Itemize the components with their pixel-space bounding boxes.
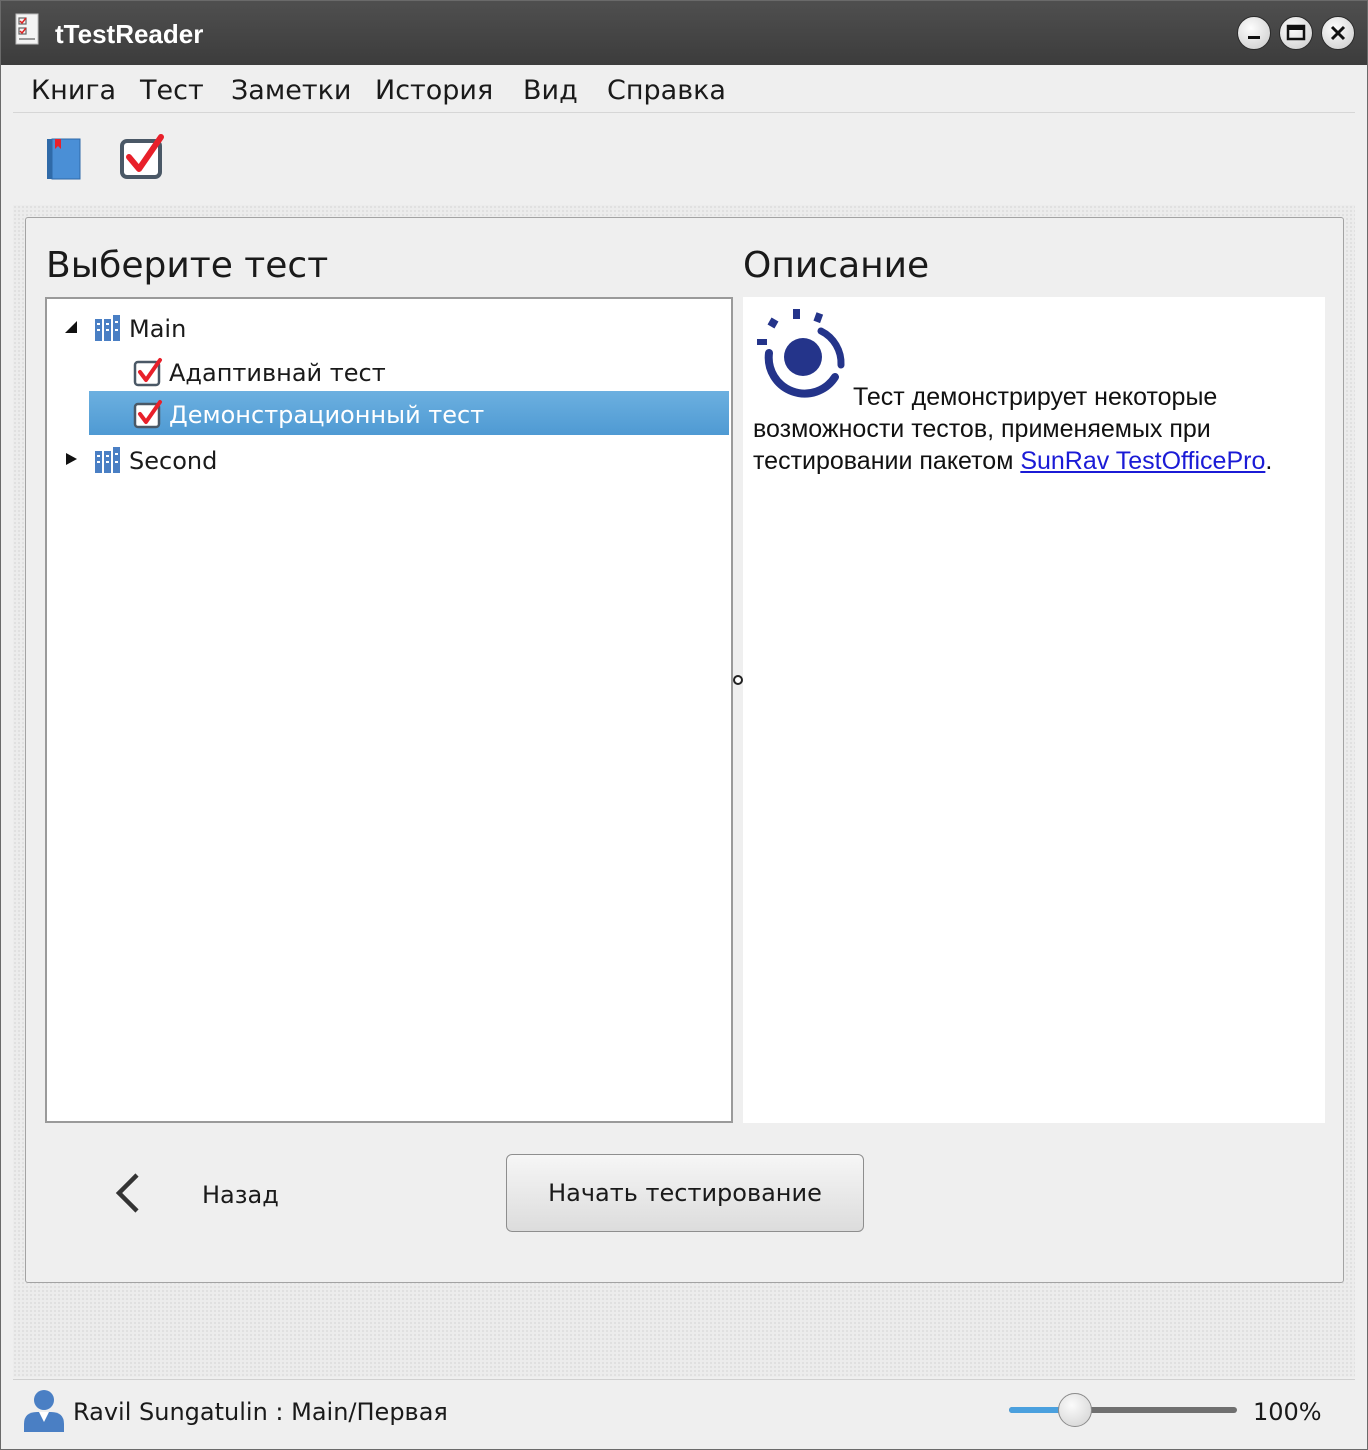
splitter-handle[interactable] — [733, 675, 743, 685]
minimize-button[interactable] — [1237, 16, 1271, 50]
tree-node-second[interactable]: Second — [47, 437, 731, 481]
library-icon — [95, 315, 120, 341]
open-book-button[interactable] — [39, 133, 89, 183]
description-end: . — [1265, 447, 1273, 475]
back-button[interactable]: Назад — [202, 1181, 279, 1209]
tree-node-main[interactable]: Main — [47, 305, 731, 349]
toolbar — [13, 113, 1355, 205]
tree-label-adaptive-test: Адаптивнай тест — [169, 359, 386, 387]
maximize-icon — [1286, 24, 1306, 41]
description-heading: Описание — [743, 245, 930, 286]
user-status: Ravil Sungatulin : Main/Первая — [73, 1398, 448, 1426]
select-test-heading: Выберите тест — [46, 245, 329, 286]
tree-label-main: Main — [129, 315, 187, 343]
status-bar: Ravil Sungatulin : Main/Первая 100% — [13, 1379, 1355, 1441]
tree-label-demo-test: Демонстрационный тест — [169, 401, 485, 429]
tree-node-demo-test[interactable]: Демонстрационный тест — [89, 391, 729, 435]
minimize-icon — [1248, 36, 1260, 39]
tree-node-adaptive-test[interactable]: Адаптивнай тест — [47, 349, 731, 393]
checkbox-checked-icon — [120, 134, 164, 179]
title-bar[interactable]: tTestReader — [1, 1, 1367, 65]
maximize-button[interactable] — [1279, 16, 1313, 50]
window-title: tTestReader — [55, 19, 204, 49]
collapse-arrow-icon[interactable] — [63, 319, 79, 335]
document-check-icon — [15, 13, 39, 45]
library-icon — [95, 447, 120, 473]
menu-notes[interactable]: Заметки — [231, 75, 351, 106]
description-text: Тест демонстрирует некоторые возможности… — [753, 381, 1313, 477]
menu-help[interactable]: Справка — [607, 75, 726, 106]
menu-test[interactable]: Тест — [140, 75, 204, 106]
checkbox-checked-icon — [133, 358, 162, 387]
expand-arrow-icon[interactable] — [63, 451, 79, 467]
menu-view[interactable]: Вид — [523, 75, 578, 106]
app-window: tTestReader Книга Тест Заметки История В… — [0, 0, 1368, 1450]
zoom-level: 100% — [1253, 1398, 1322, 1426]
zoom-slider[interactable] — [1009, 1393, 1237, 1427]
close-button[interactable] — [1321, 16, 1355, 50]
back-arrow-icon[interactable] — [111, 1171, 151, 1215]
checkbox-checked-icon — [133, 400, 162, 429]
menu-history[interactable]: История — [375, 75, 493, 106]
zoom-slider-thumb[interactable] — [1058, 1393, 1092, 1427]
test-button[interactable] — [117, 133, 167, 183]
tree-label-second: Second — [129, 447, 218, 475]
description-panel: Тест демонстрирует некоторые возможности… — [743, 297, 1325, 1123]
close-icon — [1330, 25, 1346, 41]
start-testing-button[interactable]: Начать тестирование — [506, 1154, 864, 1232]
menu-book[interactable]: Книга — [31, 75, 116, 106]
book-icon — [47, 138, 81, 180]
menu-bar: Книга Тест Заметки История Вид Справка — [13, 67, 1355, 113]
user-icon — [24, 1390, 64, 1432]
test-tree[interactable]: Main Адаптивнай тест Демонстрационный те… — [45, 297, 733, 1123]
sunrav-link[interactable]: SunRav TestOfficePro — [1020, 447, 1265, 475]
